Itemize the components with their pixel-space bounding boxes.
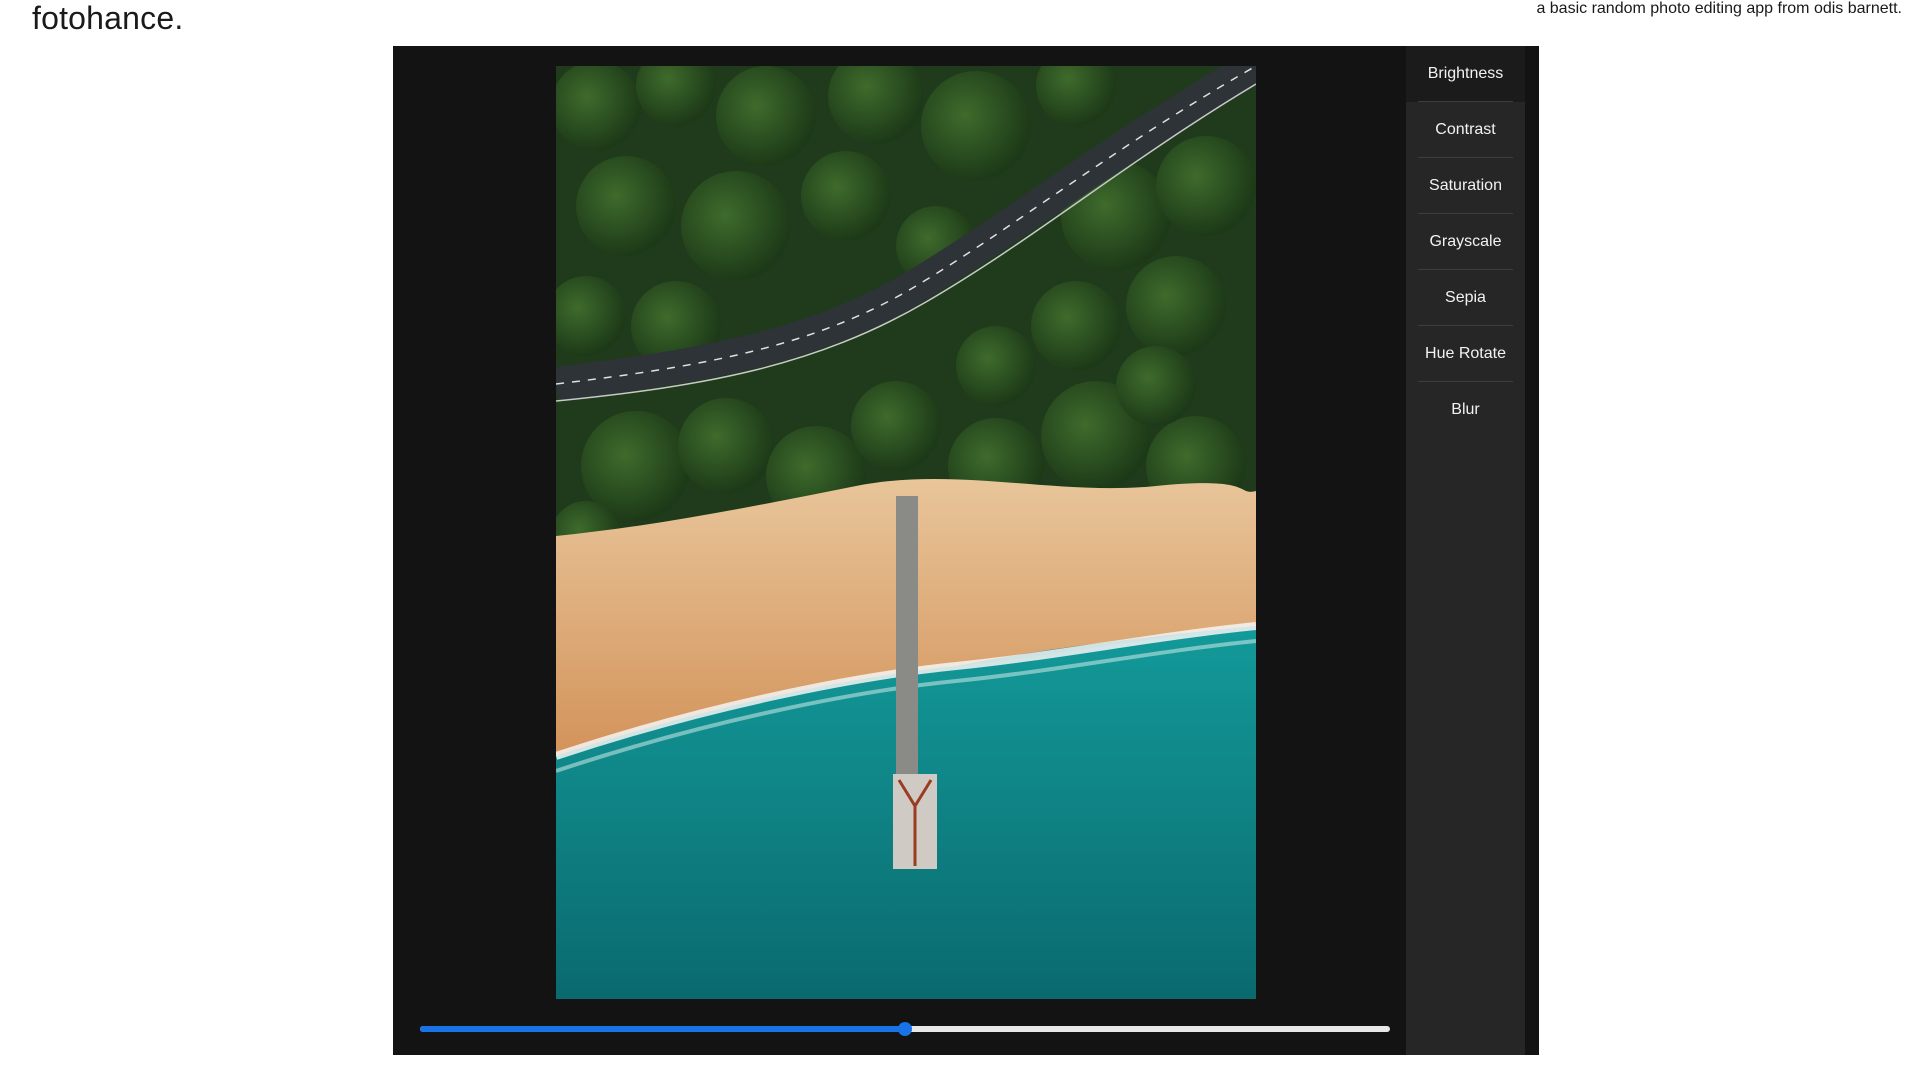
sidebar-item-label: Grayscale [1429, 233, 1502, 250]
sidebar-item-saturation[interactable]: Saturation [1406, 158, 1525, 214]
app-title: fotohance. [32, 0, 184, 36]
slider-fill [420, 1026, 905, 1032]
canvas-area [393, 46, 1406, 1055]
sidebar-item-contrast[interactable]: Contrast [1406, 102, 1525, 158]
sidebar-item-grayscale[interactable]: Grayscale [1406, 214, 1525, 270]
sidebar-item-sepia[interactable]: Sepia [1406, 270, 1525, 326]
sidebar-item-label: Brightness [1427, 65, 1504, 82]
editor-panel: Brightness Contrast Saturation Grayscale… [393, 46, 1539, 1055]
aerial-beach-photo [556, 66, 1256, 999]
slider-thumb[interactable] [898, 1022, 912, 1036]
sidebar-item-brightness[interactable]: Brightness [1406, 46, 1525, 102]
sidebar-item-hue-rotate[interactable]: Hue Rotate [1406, 326, 1525, 382]
sidebar-item-label: Sepia [1445, 289, 1486, 306]
sidebar-item-label: Contrast [1435, 121, 1496, 138]
app-tagline: a basic random photo editing app from od… [1536, 0, 1902, 17]
sidebar-item-label: Saturation [1429, 177, 1502, 194]
adjustment-slider[interactable] [420, 1020, 1390, 1038]
sidebar-item-label: Hue Rotate [1425, 345, 1506, 362]
filter-sidebar: Brightness Contrast Saturation Grayscale… [1406, 46, 1525, 1055]
edited-photo [556, 66, 1256, 999]
sidebar-item-blur[interactable]: Blur [1406, 382, 1525, 438]
sidebar-item-label: Blur [1451, 401, 1480, 418]
